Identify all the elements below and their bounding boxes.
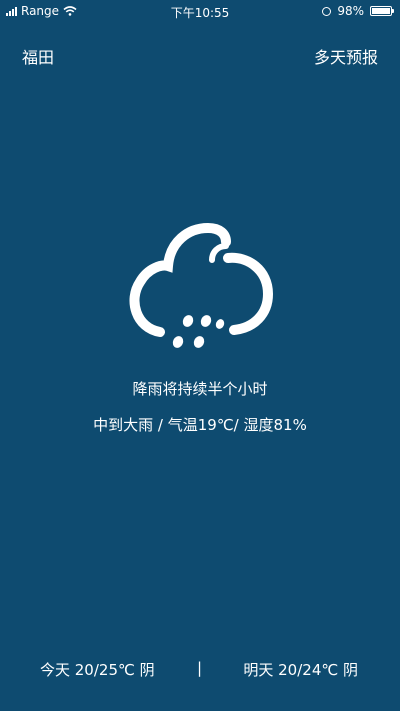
orientation-lock-icon: [322, 6, 332, 16]
header: 福田 多天预报: [0, 44, 400, 68]
battery-icon: [370, 6, 394, 16]
status-right: 98%: [322, 4, 394, 18]
weather-detail-text: 中到大雨 / 气温19℃/ 湿度81%: [93, 416, 307, 434]
tomorrow-forecast: 明天 20/24℃ 阴: [243, 661, 358, 679]
status-bar: Range 下午10:55 98%: [0, 0, 400, 24]
footer-forecast: 今天 20/25℃ 阴 | 明天 20/24℃ 阴: [0, 659, 400, 683]
battery-fill: [372, 8, 390, 14]
heavy-rain-cloud-icon: [129, 222, 274, 348]
battery-percent: 98%: [337, 4, 364, 18]
multi-day-forecast-link[interactable]: 多天预报: [314, 44, 378, 68]
rain-duration-text: 降雨将持续半个小时: [132, 380, 268, 398]
weather-screen: Range 下午10:55 98% 福田 多天预报 降雨将持续半个小时 中到大雨…: [0, 0, 400, 711]
footer-divider: |: [197, 659, 203, 677]
today-forecast: 今天 20/25℃ 阴: [40, 661, 155, 679]
city-selector[interactable]: 福田: [22, 44, 54, 68]
